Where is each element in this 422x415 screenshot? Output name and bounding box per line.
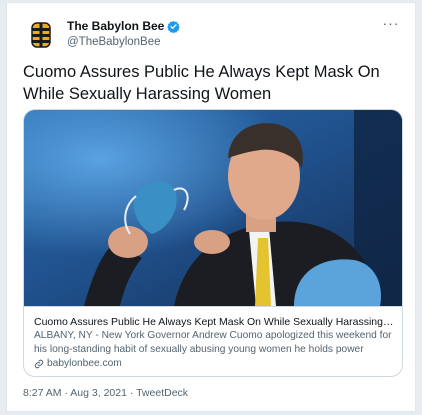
tweet-header: The Babylon Bee @TheBabylonBee ··· — [23, 15, 403, 55]
link-icon — [34, 359, 44, 369]
babylon-bee-logo — [24, 18, 58, 52]
account-handle[interactable]: @TheBabylonBee — [67, 36, 180, 48]
tweet-date[interactable]: Aug 3, 2021 — [70, 387, 127, 399]
card-body: Cuomo Assures Public He Always Kept Mask… — [24, 306, 402, 376]
meta-separator: · — [64, 387, 68, 399]
card-image — [24, 110, 402, 306]
account-names: The Babylon Bee @TheBabylonBee — [67, 19, 181, 48]
verified-badge-icon — [167, 20, 181, 33]
avatar[interactable] — [23, 17, 59, 53]
card-description: ALBANY, NY - New York Governor Andrew Cu… — [34, 330, 392, 355]
card-title[interactable]: Cuomo Assures Public He Always Kept Mask… — [34, 315, 394, 329]
display-name-row[interactable]: The Babylon Bee — [67, 19, 181, 33]
display-name[interactable]: The Babylon Bee — [67, 19, 164, 33]
tweet-source[interactable]: TweetDeck — [136, 387, 188, 399]
meta-separator-2: · — [129, 387, 134, 399]
card-domain[interactable]: babylonbee.com — [47, 357, 122, 371]
tweet-meta: 8:27 AM · Aug 3, 2021 · TweetDeck — [23, 387, 188, 399]
more-icon[interactable]: ··· — [379, 15, 403, 35]
tweet-time[interactable]: 8:27 AM — [23, 387, 62, 399]
tweet-card: The Babylon Bee @TheBabylonBee ··· Cuomo… — [6, 2, 416, 412]
card-domain-row: babylonbee.com — [34, 357, 394, 371]
link-preview-card[interactable]: Cuomo Assures Public He Always Kept Mask… — [23, 109, 403, 377]
tweet-text: Cuomo Assures Public He Always Kept Mask… — [23, 63, 380, 103]
